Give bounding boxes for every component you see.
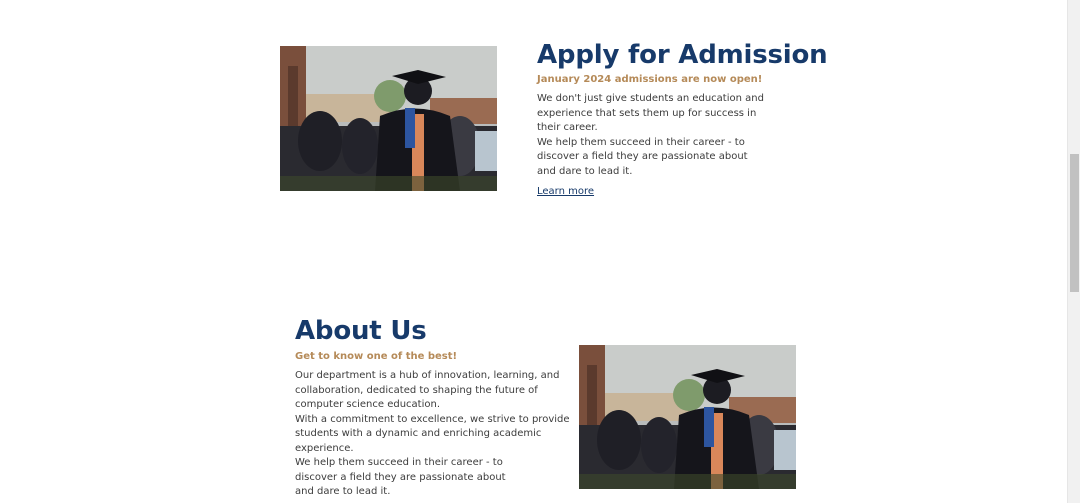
scrollbar-thumb[interactable] (1070, 154, 1079, 292)
scrollbar[interactable] (1067, 0, 1080, 503)
about-title: About Us (295, 316, 427, 346)
about-line: We help them succeed in their career - t… (295, 457, 503, 468)
about-line: experience. (295, 442, 354, 454)
admission-line: their career. (537, 122, 598, 133)
learn-more-link[interactable]: Learn more (537, 187, 594, 197)
admission-title: Apply for Admission (537, 40, 828, 70)
admission-line: We don't just give students an education… (537, 93, 764, 104)
about-line: and dare to lead it. (295, 486, 391, 497)
about-line: students with a dynamic and enriching ac… (295, 428, 542, 439)
about-line: Our department is a hub of innovation, l… (295, 370, 560, 381)
about-line: computer science education. (295, 399, 441, 410)
admission-line: discover a field they are passionate abo… (537, 151, 748, 162)
about-line: collaboration, dedicated to shaping the … (295, 384, 538, 396)
graduation-photo-about (579, 345, 796, 489)
about-line: With a commitment to excellence, we stri… (295, 413, 570, 425)
graduation-photo (280, 46, 497, 191)
about-description: Our department is a hub of innovation, l… (295, 369, 570, 500)
page: Apply for Admission January 2024 admissi… (0, 0, 1080, 503)
admission-line: We help them succeed in their career - t… (537, 136, 745, 148)
admission-line: and dare to lead it. (537, 165, 633, 177)
admission-description: We don't just give students an education… (537, 92, 764, 179)
about-line: discover a field they are passionate abo… (295, 471, 506, 483)
about-subtitle: Get to know one of the best! (295, 351, 458, 362)
admission-line: experience that sets them up for success… (537, 107, 757, 119)
admission-subtitle: January 2024 admissions are now open! (537, 74, 763, 85)
